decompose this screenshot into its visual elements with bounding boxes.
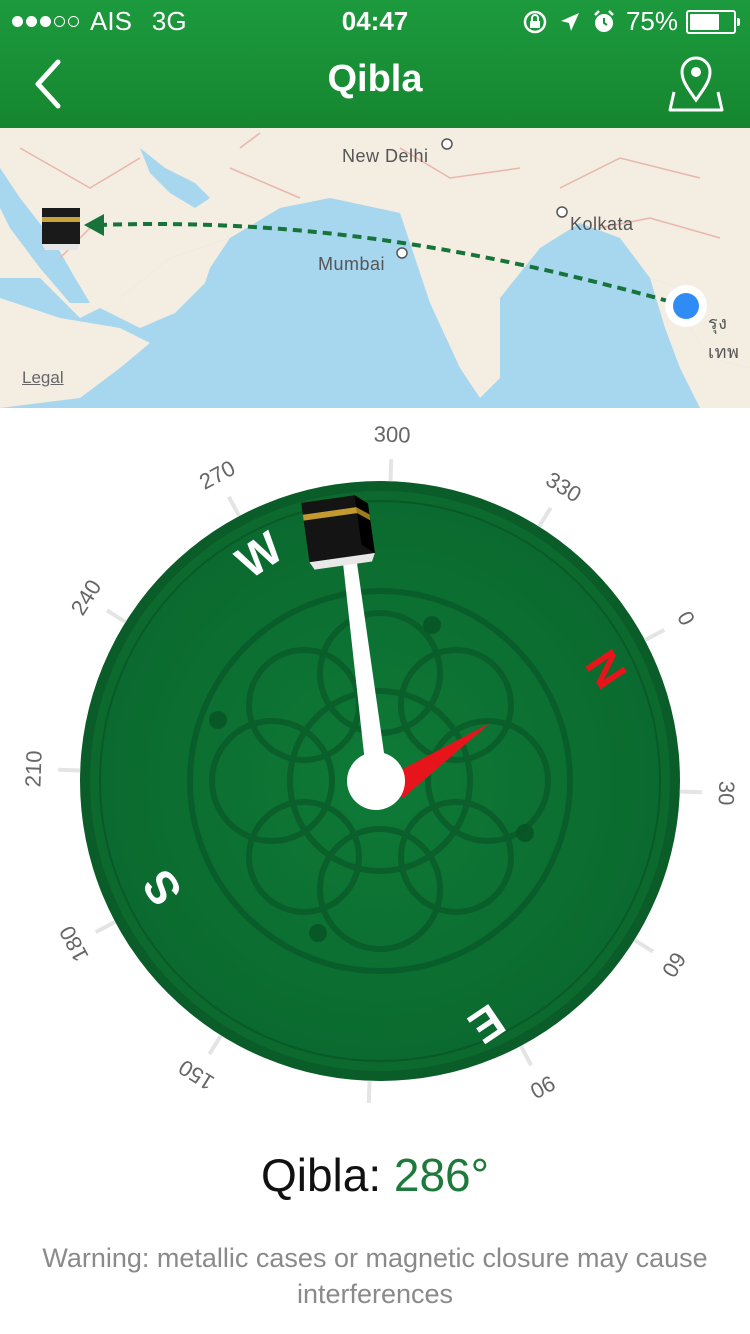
tick-label: 150 <box>174 1055 218 1096</box>
tick-mark <box>388 459 394 482</box>
battery-icon <box>686 9 740 34</box>
interference-warning: Warning: metallic cases or magnetic clos… <box>42 1243 708 1309</box>
battery-fill <box>690 13 719 30</box>
qibla-degrees: 286° <box>393 1149 490 1201</box>
page-title: Qibla <box>327 58 423 100</box>
tick-mark <box>643 628 666 642</box>
tick-label: 300 <box>373 421 411 447</box>
tick-label: 30 <box>714 780 740 805</box>
tick-label: 180 <box>54 922 93 966</box>
map-label-mumbai: Mumbai <box>318 254 386 274</box>
tick-label: 210 <box>20 750 46 788</box>
tick-mark <box>58 767 81 773</box>
tick-label: 60 <box>657 948 691 982</box>
needle-hub <box>347 752 405 810</box>
legal-link[interactable]: Legal <box>22 368 64 388</box>
tick-mark <box>679 789 702 795</box>
tick-mark <box>207 1034 223 1056</box>
kaaba-icon <box>301 495 375 570</box>
battery-percent: 75% <box>625 6 678 36</box>
map-label-new-delhi: New Delhi <box>342 146 429 166</box>
status-bar: AIS 3G 04:47 75% <box>0 0 750 40</box>
rotation-lock-icon <box>523 10 547 33</box>
tick-label: 330 <box>542 467 586 508</box>
compass-dial: 3003300306090120150180210240270 N E S W <box>20 421 740 1140</box>
location-arrow-icon <box>560 12 579 31</box>
tick-mark <box>633 938 655 954</box>
map-label-bangkok: รุงเทพ <box>708 313 740 362</box>
tick-mark <box>537 506 553 528</box>
tick-label: 90 <box>526 1070 559 1104</box>
tick-mark <box>105 608 127 624</box>
qibla-label: Qibla: <box>260 1149 382 1201</box>
tick-label: 0 <box>672 607 700 630</box>
tick-mark <box>366 1080 372 1103</box>
map-label-kolkata: Kolkata <box>570 214 634 234</box>
status-right: 75% <box>522 6 740 37</box>
tick-label: 240 <box>66 575 107 619</box>
tick-label: 270 <box>195 455 239 494</box>
alarm-icon <box>594 9 614 32</box>
tick-mark <box>519 1044 533 1067</box>
tick-mark <box>94 920 117 934</box>
map-pin-icon[interactable] <box>668 54 724 114</box>
header: AIS 3G 04:47 75% Qibla <box>0 0 750 128</box>
map-view[interactable]: New Delhi Kolkata Mumbai รุงเทพ Legal <box>0 128 750 408</box>
compass: 3003300306090120150180210240270 N E S W <box>0 408 750 1140</box>
qibla-reading: Qibla: 286° <box>0 1148 750 1202</box>
nav-bar: Qibla <box>0 40 750 128</box>
tick-mark <box>227 495 241 518</box>
